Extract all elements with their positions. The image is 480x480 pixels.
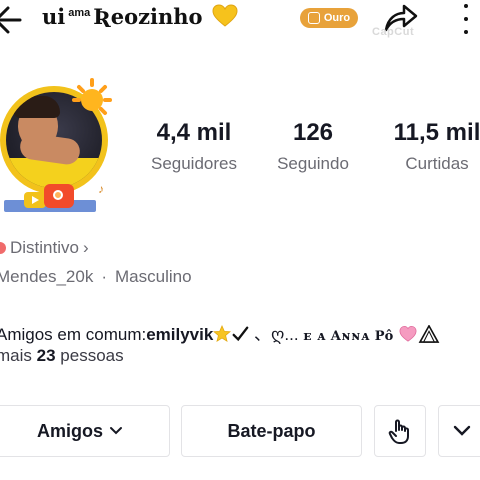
more-count: 23 [36,346,56,365]
mutual-user-2: ᴇ ᴀ Aɴɴᴀ Pô [303,329,394,344]
chevron-right-icon: › [82,238,89,257]
chevron-down-icon [453,425,471,436]
avatar[interactable]: ♪ [0,78,118,216]
distintivo-label: Distintivo [10,238,79,257]
profile-switch-button[interactable] [374,405,426,457]
mutual-prefix: Amigos em comum: [0,325,147,344]
distintivo-link[interactable]: Distintivo › [0,238,89,258]
capcut-watermark: CapCut [372,26,415,38]
badge-icon [307,12,320,24]
pink-heart-icon [399,325,417,342]
mutual-friends[interactable]: Amigos em comum:emilyvik 、ღ... ᴇ ᴀ Aɴɴᴀ … [0,320,441,345]
stat-followers[interactable]: 4,4 mil Seguidores [134,118,254,174]
triangle-icon [418,325,439,343]
check-icon [232,326,249,342]
music-note-icon: ♪ [98,182,104,196]
more-suffix: pessoas [60,346,124,365]
mutual-more[interactable]: mais 23 pessoas [0,346,124,366]
stat-likes[interactable]: 11,5 mil Curtidas [372,118,480,174]
back-arrow-icon[interactable] [0,2,32,38]
profile-meta: Mendes_20k · Masculino [0,267,192,287]
mutual-user-1: emilyvik [146,325,214,344]
stat-label: Seguindo [277,154,349,173]
stat-value: 4,4 mil [156,119,232,146]
more-prefix: mais [0,346,32,365]
play-sticker-icon [24,192,46,208]
profile-switch-icon [388,419,409,444]
badge-label: Ouro [323,12,351,24]
friends-button[interactable]: Amigos [0,405,170,457]
stat-value: 11,5 mil [393,119,480,146]
sun-sticker-icon [72,78,112,115]
camera-sticker-icon [44,184,74,208]
more-vertical-icon[interactable] [456,2,476,36]
chat-button-label: Bate-papo [227,420,316,441]
stat-label: Curtidas [405,154,469,173]
yellow-heart-icon [212,4,238,27]
stat-following[interactable]: 126 Seguindo [253,118,373,174]
profile-title: ui ama Ʀeozinho [42,4,238,29]
meta-separator: · [101,267,108,286]
star-icon [213,325,232,342]
title-superscript: ama [68,7,91,19]
tier-badge[interactable]: Ouro [300,8,358,28]
gender: Masculino [115,267,192,286]
stat-label: Seguidores [150,154,237,173]
chat-button[interactable]: Bate-papo [181,405,362,457]
chevron-down-icon [110,427,122,435]
more-options-button[interactable] [438,405,480,457]
stat-value: 126 [292,119,334,146]
title-name: Ʀeozinho [93,4,203,29]
badge-dot-icon [0,242,6,254]
mutual-middle: 、ღ... [254,325,299,344]
username: Mendes_20k [0,267,94,286]
friends-button-label: Amigos [36,420,103,441]
title-prefix: ui [42,4,66,29]
